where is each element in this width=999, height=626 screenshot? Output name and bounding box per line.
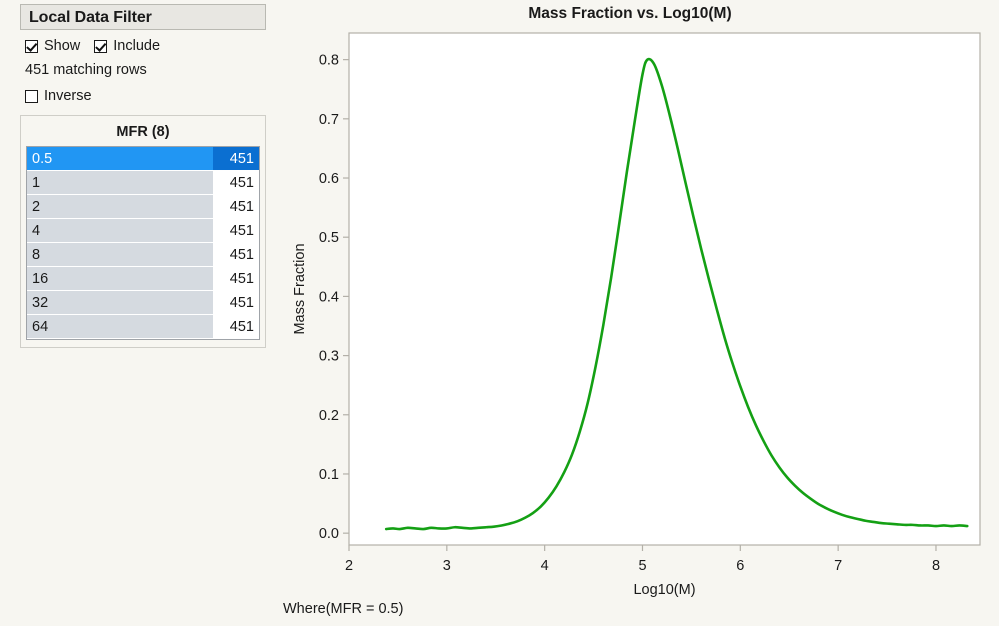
inverse-label: Inverse bbox=[44, 88, 92, 104]
mfr-item-value: 0.5 bbox=[27, 147, 213, 171]
inverse-checkbox[interactable] bbox=[25, 89, 38, 103]
mfr-item-value: 1 bbox=[27, 171, 213, 195]
mfr-item-count: 451 bbox=[213, 195, 259, 219]
y-tick-label: 0.3 bbox=[319, 349, 339, 365]
mfr-item-count: 451 bbox=[213, 219, 259, 243]
show-label: Show bbox=[44, 38, 81, 54]
x-tick-label: 4 bbox=[541, 558, 549, 574]
mfr-item-count: 451 bbox=[213, 267, 259, 291]
mfr-value-list[interactable]: 0.5 451 1 451 2 451 4 451 8 451 16 451 32 451 64 451 bbox=[26, 146, 260, 340]
show-checkbox[interactable] bbox=[25, 39, 38, 53]
mfr-item-count: 451 bbox=[213, 291, 259, 315]
plot-frame bbox=[348, 32, 981, 546]
mfr-item-count: 451 bbox=[213, 315, 259, 339]
mfr-list-item[interactable]: 0.5 451 bbox=[27, 147, 259, 171]
mfr-item-count: 451 bbox=[213, 243, 259, 267]
y-tick-label: 0.7 bbox=[319, 112, 339, 128]
mfr-list-item[interactable]: 32 451 bbox=[27, 291, 259, 315]
x-tick-label: 8 bbox=[932, 558, 940, 574]
filter-title: Local Data Filter bbox=[29, 9, 152, 26]
inverse-row: Inverse bbox=[20, 87, 266, 105]
mfr-item-value: 16 bbox=[27, 267, 213, 291]
mfr-heading: MFR (8) bbox=[116, 124, 170, 140]
filter-title-bar: Local Data Filter bbox=[20, 4, 266, 30]
matching-rows-text: 451 matching rows bbox=[25, 62, 147, 78]
y-tick-label: 0.2 bbox=[319, 408, 339, 424]
x-axis-ticks: 2 3 4 5 6 7 8 bbox=[345, 545, 940, 574]
x-tick-label: 3 bbox=[443, 558, 451, 574]
y-tick-label: 0.0 bbox=[319, 526, 339, 542]
mfr-item-value: 4 bbox=[27, 219, 213, 243]
mfr-item-value: 64 bbox=[27, 315, 213, 339]
y-tick-label: 0.8 bbox=[319, 53, 339, 69]
y-tick-label: 0.1 bbox=[319, 467, 339, 483]
mfr-item-count: 451 bbox=[213, 147, 259, 171]
x-tick-label: 7 bbox=[834, 558, 842, 574]
mfr-filter-box: MFR (8) 0.5 451 1 451 2 451 4 451 8 451 16 451 32 451… bbox=[20, 115, 266, 348]
chart-area: Mass Fraction vs. Log10(M) 0.0 0.1 0.2 0.3 0… bbox=[280, 0, 999, 626]
x-axis-title: Log10(M) bbox=[633, 582, 695, 598]
plot-svg: 0.0 0.1 0.2 0.3 0.4 0.5 0.6 0.7 0.8 2 3 4 5 6 7 8 Log1… bbox=[292, 32, 981, 598]
y-tick-label: 0.6 bbox=[319, 171, 339, 187]
mfr-item-value: 8 bbox=[27, 243, 213, 267]
y-tick-label: 0.5 bbox=[319, 230, 339, 246]
mfr-list-item[interactable]: 4 451 bbox=[27, 219, 259, 243]
mfr-list-item[interactable]: 64 451 bbox=[27, 315, 259, 339]
include-label: Include bbox=[113, 38, 161, 54]
mfr-list-item[interactable]: 2 451 bbox=[27, 195, 259, 219]
mfr-item-value: 32 bbox=[27, 291, 213, 315]
mfr-item-count: 451 bbox=[213, 171, 259, 195]
filter-toggles-row: Show Include bbox=[20, 37, 266, 55]
mfr-list-item[interactable]: 1 451 bbox=[27, 171, 259, 195]
mfr-list-item[interactable]: 16 451 bbox=[27, 267, 259, 291]
x-tick-label: 6 bbox=[736, 558, 744, 574]
mfr-item-value: 2 bbox=[27, 195, 213, 219]
y-tick-label: 0.4 bbox=[319, 289, 339, 305]
y-axis-ticks: 0.0 0.1 0.2 0.3 0.4 0.5 0.6 0.7 0.8 bbox=[319, 53, 349, 542]
include-checkbox[interactable] bbox=[94, 39, 108, 53]
x-tick-label: 2 bbox=[345, 558, 353, 574]
where-clause-text: Where(MFR = 0.5) bbox=[283, 601, 404, 617]
mfr-list-item[interactable]: 8 451 bbox=[27, 243, 259, 267]
x-tick-label: 5 bbox=[638, 558, 646, 574]
local-data-filter-panel: Local Data Filter Show Include 451 match… bbox=[20, 4, 266, 348]
y-axis-title: Mass Fraction bbox=[292, 243, 308, 334]
